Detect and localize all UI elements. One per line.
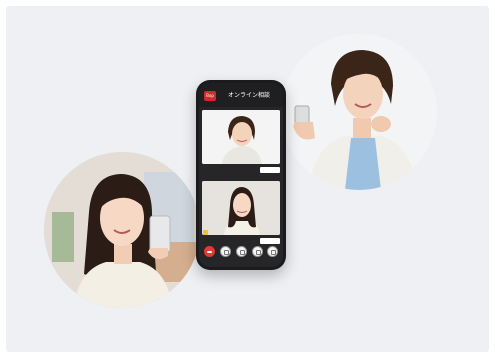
video-tile-self: [202, 181, 280, 235]
app-title: オンライン相談: [227, 92, 270, 99]
phone-hangup-icon[interactable]: [204, 246, 215, 257]
app-header: Bop オンライン相談: [199, 83, 283, 107]
app-logo: Bop: [204, 91, 216, 101]
smartphone: Bop オンライン相談: [196, 80, 286, 270]
call-controls: [202, 243, 280, 261]
mic-status-indicator: [203, 230, 208, 235]
remote-name-tag: [260, 167, 280, 173]
speaker-icon[interactable]: [252, 246, 263, 257]
video-tile-remote: [202, 110, 280, 164]
portrait-left-young-woman: [44, 152, 200, 308]
video-tile-self-image: [202, 181, 280, 235]
young-woman-illustration: [44, 152, 200, 308]
camera-icon[interactable]: [236, 246, 247, 257]
video-tile-remote-image: [202, 110, 280, 164]
more-icon[interactable]: [267, 246, 278, 257]
phone-screen: Bop オンライン相談: [199, 83, 283, 267]
portrait-right-woman: [281, 34, 437, 190]
microphone-icon[interactable]: [220, 246, 231, 257]
woman-illustration: [281, 34, 437, 190]
